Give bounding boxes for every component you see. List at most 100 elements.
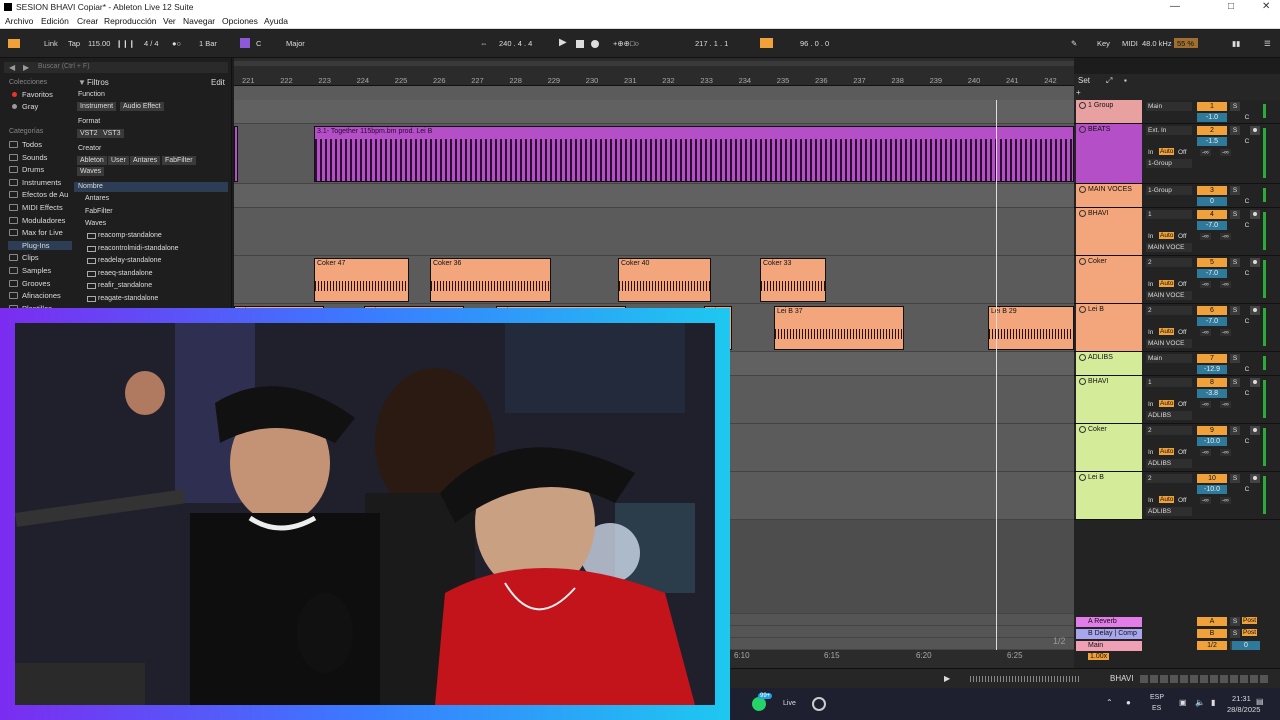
output-routing-dropdown[interactable]: ADLIBS [1146, 459, 1192, 468]
send-a[interactable]: -∞ [1200, 281, 1211, 288]
input-routing-dropdown[interactable]: Ext. In [1146, 126, 1192, 135]
track-activator[interactable]: 9 [1197, 426, 1227, 435]
fold-icon[interactable] [1079, 426, 1086, 433]
minimize-icon[interactable]: — [1170, 1, 1180, 12]
folder-waves[interactable]: Waves [85, 220, 106, 227]
function-filter-label[interactable]: Function [78, 91, 105, 98]
monitor-off[interactable]: Off [1178, 401, 1187, 408]
beats-clip-left[interactable] [234, 126, 238, 182]
return-title[interactable] [1076, 641, 1142, 651]
track-title[interactable]: BEATS [1076, 124, 1142, 183]
tag-waves[interactable]: Waves [77, 167, 105, 176]
mixer-track[interactable]: BHAVI 1 8 S -3.8 C In Auto Off ADLIBS -∞… [1074, 376, 1280, 424]
volume-field[interactable]: -10.0 [1197, 485, 1227, 494]
plugin-item[interactable]: reacomp-standalone [98, 232, 162, 239]
zoom-display[interactable]: 1.00x [1088, 653, 1110, 660]
solo-button[interactable]: S [1230, 474, 1240, 483]
mic-icon[interactable]: ● [1126, 698, 1131, 707]
input-routing-dropdown[interactable]: 1-Group [1146, 186, 1192, 195]
scale-dropdown[interactable]: Major [286, 39, 305, 48]
solo-button[interactable]: S [1230, 258, 1240, 267]
record-icon[interactable] [591, 40, 599, 48]
lane-main-voces[interactable] [234, 184, 1074, 208]
scale-mode-icon[interactable] [240, 38, 250, 48]
input-routing-dropdown[interactable]: 1 [1146, 210, 1192, 219]
plugin-item[interactable]: reafir_standalone [98, 282, 152, 289]
input-routing-dropdown[interactable]: 2 [1146, 426, 1192, 435]
category-todos[interactable]: Todos [22, 140, 42, 149]
monitor-off[interactable]: Off [1178, 497, 1187, 504]
play-icon[interactable]: ▶ [559, 37, 567, 48]
input-routing-dropdown[interactable]: 1 [1146, 378, 1192, 387]
tag-vst2[interactable]: VST2 [77, 129, 101, 138]
monitor-in[interactable]: In [1148, 281, 1153, 288]
send-a[interactable]: -∞ [1200, 233, 1211, 240]
loop-icon[interactable] [760, 38, 773, 48]
solo-button[interactable]: S [1230, 186, 1240, 195]
output-routing-dropdown[interactable]: ADLIBS [1146, 507, 1192, 516]
send-a[interactable]: -∞ [1200, 497, 1211, 504]
mixer-track[interactable]: Coker 2 5 S -7.0 C In Auto Off MAIN VOCE… [1074, 256, 1280, 304]
tag-ableton[interactable]: Ableton [77, 156, 107, 165]
maximize-icon[interactable]: □ [1228, 1, 1234, 12]
track-title[interactable]: Coker [1076, 424, 1142, 471]
volume-icon[interactable]: 🔈 [1195, 698, 1205, 707]
track-title[interactable]: ADLIBS [1076, 352, 1142, 375]
loop-length-field[interactable]: 96 . 0 . 0 [800, 39, 829, 48]
pan-center[interactable]: C [1242, 317, 1252, 326]
mixer-track[interactable]: Lei B 2 6 S -7.0 C In Auto Off MAIN VOCE… [1074, 304, 1280, 352]
lane-1-group[interactable] [234, 100, 1074, 124]
category-grooves[interactable]: Grooves [22, 279, 50, 288]
app-icon-red[interactable] [812, 697, 826, 711]
track-title[interactable]: Coker [1076, 256, 1142, 303]
menu-crear[interactable]: Crear [77, 16, 98, 26]
monitor-in[interactable]: In [1148, 401, 1153, 408]
notifications-icon[interactable]: ▤ [1256, 697, 1264, 706]
pan-center[interactable]: C [1242, 365, 1252, 374]
key-map-button[interactable]: Key [1097, 39, 1110, 48]
mixer-track[interactable]: BHAVI 1 4 S -7.0 C In Auto Off MAIN VOCE… [1074, 208, 1280, 256]
mixer-track[interactable]: ADLIBS Main 7 S -12.9 C [1074, 352, 1280, 376]
volume-field[interactable]: -1.5 [1197, 137, 1227, 146]
category-instruments[interactable]: Instruments [22, 178, 61, 187]
return-activator[interactable]: 1/2 [1197, 641, 1227, 650]
pan-center[interactable]: C [1242, 221, 1252, 230]
draw-mode-icon[interactable]: ✎ [1071, 39, 1077, 48]
monitor-auto[interactable]: Auto [1159, 400, 1175, 407]
overdub-icon[interactable]: +⊕⊕□○ [613, 39, 639, 48]
volume-field[interactable]: -7.0 [1197, 269, 1227, 278]
fold-icon[interactable] [1079, 354, 1086, 361]
tag-antares[interactable]: Antares [130, 156, 161, 165]
category-drums[interactable]: Drums [22, 165, 44, 174]
input-routing-dropdown[interactable]: Main [1146, 354, 1192, 363]
filters-toggle-icon[interactable]: ▼ [78, 78, 86, 87]
monitor-off[interactable]: Off [1178, 149, 1187, 156]
collection-favoritos[interactable]: Favoritos [22, 90, 53, 99]
fold-icon[interactable] [1079, 258, 1086, 265]
track-activator[interactable]: 4 [1197, 210, 1227, 219]
loop-start-field[interactable]: 217 . 1 . 1 [695, 39, 728, 48]
input-routing-dropdown[interactable]: Main [1146, 102, 1192, 111]
track-title[interactable]: BHAVI [1076, 208, 1142, 255]
solo-button[interactable]: S [1230, 629, 1240, 638]
key-dropdown[interactable]: C [256, 39, 261, 48]
send-a[interactable]: -∞ [1200, 401, 1211, 408]
fold-icon[interactable] [1079, 186, 1086, 193]
post-button[interactable]: Post [1242, 629, 1258, 636]
coker-clip[interactable]: Coker 47 [314, 258, 409, 302]
monitor-in[interactable]: In [1148, 329, 1153, 336]
return-track[interactable]: A Reverb A S Post [1074, 616, 1280, 628]
output-routing-dropdown[interactable]: MAIN VOCE [1146, 291, 1192, 300]
expand-icon[interactable]: ⤢ [1106, 76, 1112, 86]
pan-center[interactable]: C [1242, 437, 1252, 446]
track-title[interactable]: Lei B [1076, 472, 1142, 519]
output-routing-dropdown[interactable]: MAIN VOCE [1146, 243, 1192, 252]
input-routing-dropdown[interactable]: 2 [1146, 474, 1192, 483]
send-b[interactable]: -∞ [1220, 149, 1231, 156]
volume-field[interactable]: -1.0 [1197, 113, 1227, 122]
monitor-auto[interactable]: Auto [1159, 496, 1175, 503]
position-field[interactable]: 240 . 4 . 4 [499, 39, 532, 48]
volume-field[interactable]: 0 [1197, 197, 1227, 206]
lane-beats[interactable]: 3.1- Together 115bpm.bm prod. Lei B [234, 124, 1074, 184]
format-filter-label[interactable]: Format [78, 118, 100, 125]
